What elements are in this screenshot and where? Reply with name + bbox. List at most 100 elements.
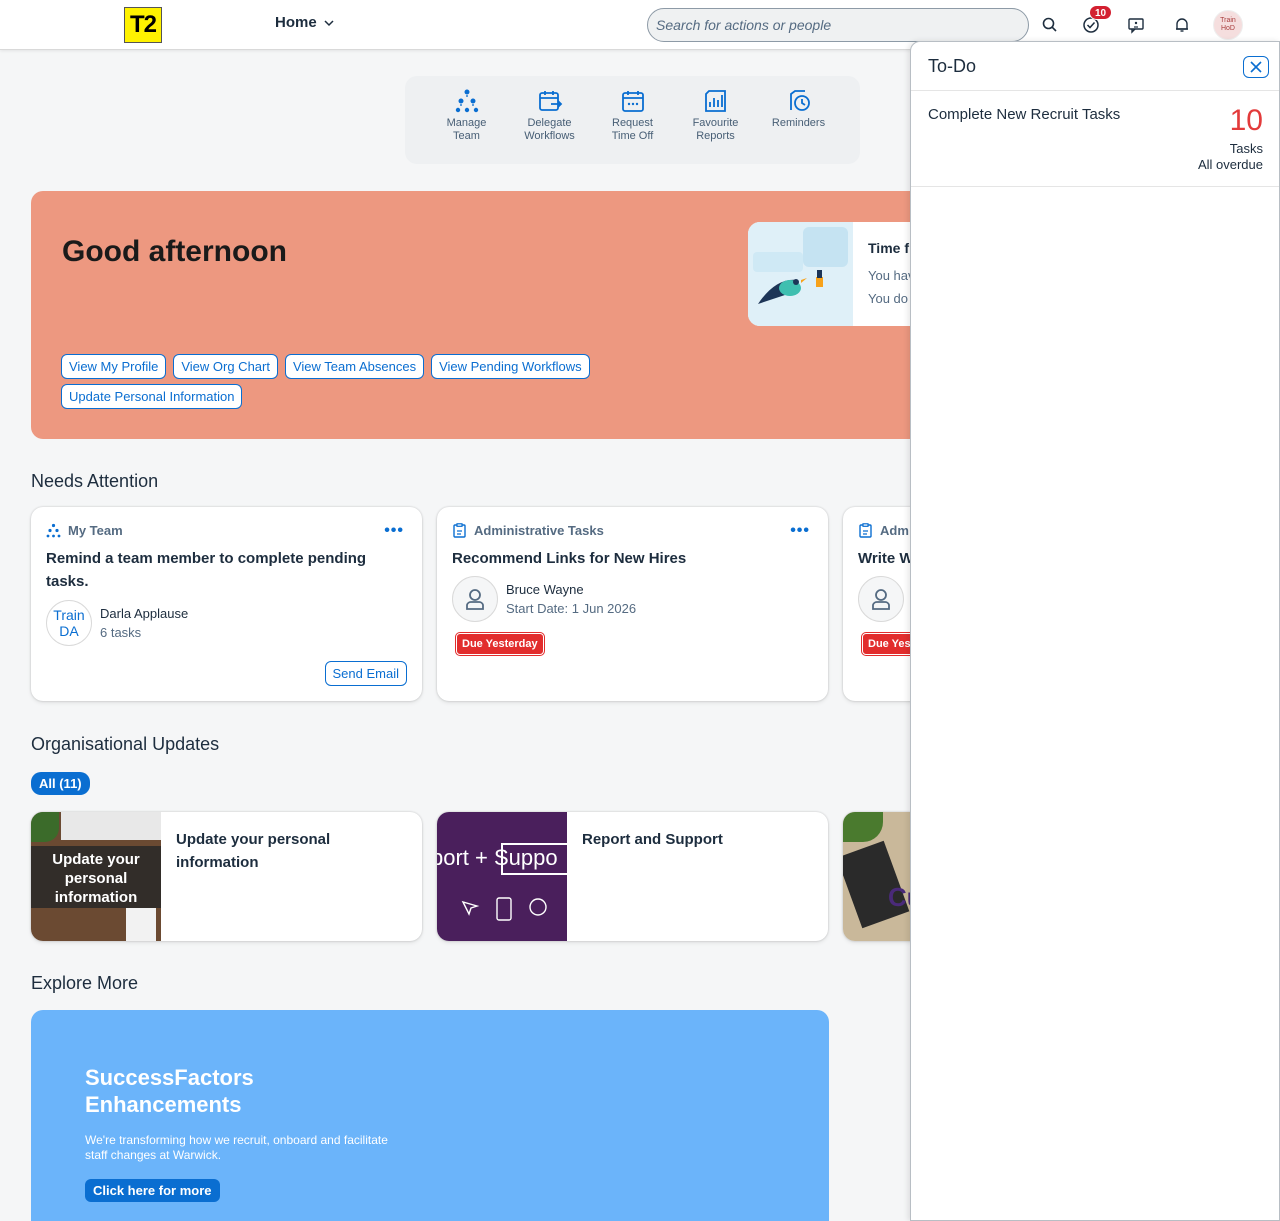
person-placeholder-icon (452, 576, 498, 622)
view-pending-workflows-link[interactable]: View Pending Workflows (431, 354, 590, 379)
more-options-button[interactable]: ••• (384, 523, 404, 539)
avatar-initials-line: Train (53, 607, 85, 623)
quick-action-label: Reports (696, 130, 735, 142)
person-row: Train DA Darla Applause 6 tasks (46, 600, 188, 646)
person-placeholder-icon (858, 576, 904, 622)
quick-action-label: Favourite (692, 117, 739, 129)
view-team-absences-link[interactable]: View Team Absences (284, 354, 425, 379)
todo-item-name: Complete New Recruit Tasks (928, 106, 1121, 123)
view-my-profile-link[interactable]: View My Profile (61, 354, 167, 379)
update-image: port + Suppo (437, 812, 567, 941)
task-card-my-team[interactable]: My Team ••• Remind a team member to comp… (31, 507, 422, 701)
person-name: Bruce Wayne (506, 582, 584, 597)
search-icon[interactable] (1038, 13, 1062, 37)
close-button[interactable] (1243, 56, 1269, 78)
quick-action-label: Reminders (771, 117, 826, 129)
needs-attention-heading: Needs Attention (31, 471, 159, 491)
avatar-line2: HoD (1220, 25, 1235, 32)
update-image-caption: Update your personal information (31, 846, 161, 908)
search-input[interactable] (647, 8, 1029, 42)
quick-action-label: Delegate (527, 117, 572, 129)
click-here-button[interactable]: Click here for more (85, 1179, 220, 1202)
user-avatar[interactable]: Train HoD (1213, 10, 1243, 40)
todo-panel-title: To-Do (928, 56, 977, 76)
due-status-badge: Due Yesterday (456, 633, 544, 655)
explore-heading: SuccessFactors Enhancements (85, 1064, 254, 1118)
quick-links-row: Update Personal Information (61, 384, 243, 409)
caption-frame (501, 843, 567, 875)
card-category: My Team (46, 523, 123, 538)
quick-action-label: Manage (446, 117, 487, 129)
todo-item-overdue: All overdue (1197, 157, 1263, 172)
explore-heading-line: SuccessFactors (85, 1065, 254, 1090)
plant-graphic (31, 812, 59, 842)
todo-item-status: Tasks All overdue (1198, 141, 1263, 173)
company-logo[interactable]: T2 (124, 7, 162, 43)
quick-action-delegate-workflows[interactable]: Delegate Workflows (508, 88, 591, 164)
todo-count-badge: 10 (1089, 5, 1112, 20)
person-subtitle: Start Date: 1 Jun 2026 (506, 601, 637, 616)
todo-item-count: 10 (1229, 104, 1263, 137)
card-title: Remind a team member to complete pending… (46, 550, 367, 590)
greeting-banner: Good afternoon View My Profile View Org … (31, 191, 938, 439)
avatar-initials-line: DA (59, 623, 79, 639)
due-status-badge: Due Yes (862, 633, 917, 655)
keyboard-graphic (61, 812, 161, 840)
plant-graphic (843, 812, 883, 842)
home-menu-label: Home (275, 14, 317, 31)
info-card-line: You hav (868, 268, 915, 283)
avatar-line1: Train (1220, 17, 1236, 24)
person-avatar: Train DA (46, 600, 92, 646)
quick-action-label: Workflows (524, 130, 575, 142)
person-subtitle: 6 tasks (100, 625, 142, 640)
todo-panel-header: To-Do (911, 42, 1279, 91)
bird-illustration (748, 222, 853, 326)
clipboard-icon (859, 523, 872, 538)
explore-banner: SuccessFactors Enhancements We're transf… (31, 1010, 829, 1221)
reminder-clock-icon (789, 90, 810, 111)
todo-panel: To-Do Complete New Recruit Tasks 10 Task… (910, 41, 1280, 1221)
card-category: Administrative Tasks (452, 523, 604, 538)
card-category-label: My Team (68, 523, 123, 538)
filter-all-pill[interactable]: All (11) (31, 772, 90, 795)
notebook-graphic (126, 908, 156, 941)
quick-action-request-time-off[interactable]: Request Time Off (591, 88, 674, 164)
card-category: Adm (858, 523, 909, 538)
report-icon (704, 90, 726, 112)
explore-text: We're transforming how we recruit, onboa… (85, 1133, 388, 1162)
quick-action-label: Request (612, 117, 653, 129)
home-menu-button[interactable]: Home (275, 14, 335, 31)
more-options-button[interactable]: ••• (790, 523, 810, 539)
update-card-report-support[interactable]: port + Suppo Report and Support (437, 812, 828, 941)
view-org-chart-link[interactable]: View Org Chart (173, 354, 278, 379)
info-card-title: Time f (868, 240, 909, 256)
quick-action-manage-team[interactable]: Manage Team (425, 88, 508, 164)
todo-item-new-recruit[interactable]: Complete New Recruit Tasks 10 Tasks All … (911, 91, 1279, 187)
update-personal-information-link[interactable]: Update Personal Information (61, 384, 243, 409)
quick-action-label: Time Off (611, 130, 654, 142)
send-email-button[interactable]: Send Email (324, 661, 407, 686)
calendar-icon (621, 91, 644, 112)
calendar-arrow-icon (538, 91, 562, 111)
explore-heading-line: Enhancements (85, 1092, 242, 1117)
quick-action-label: Team (453, 130, 480, 142)
card-title: Recommend Links for New Hires (452, 550, 687, 567)
quick-action-reminders[interactable]: Reminders (757, 88, 840, 164)
chevron-down-icon (324, 19, 334, 26)
quick-action-favourite-reports[interactable]: Favourite Reports (674, 88, 757, 164)
todo-item-unit: Tasks (1229, 141, 1263, 156)
clipboard-icon (453, 523, 466, 538)
org-chart-icon (455, 89, 478, 113)
info-card-line: You do (868, 291, 909, 306)
explore-more-heading: Explore More (31, 973, 139, 993)
task-card-admin-links[interactable]: Administrative Tasks ••• Recommend Links… (437, 507, 828, 701)
update-image: Update your personal information (31, 812, 161, 941)
support-icons (461, 897, 547, 921)
update-card-personal-info[interactable]: Update your personal information Update … (31, 812, 422, 941)
person-row: Bruce Wayne Start Date: 1 Jun 2026 (452, 576, 636, 622)
card-category-label: Administrative Tasks (474, 523, 604, 538)
bell-icon[interactable] (1170, 13, 1194, 37)
org-chart-icon (46, 523, 61, 538)
chat-help-icon[interactable] (1124, 13, 1148, 37)
quick-actions-bar: Manage Team Delegate Workflows Request T… (405, 76, 860, 164)
